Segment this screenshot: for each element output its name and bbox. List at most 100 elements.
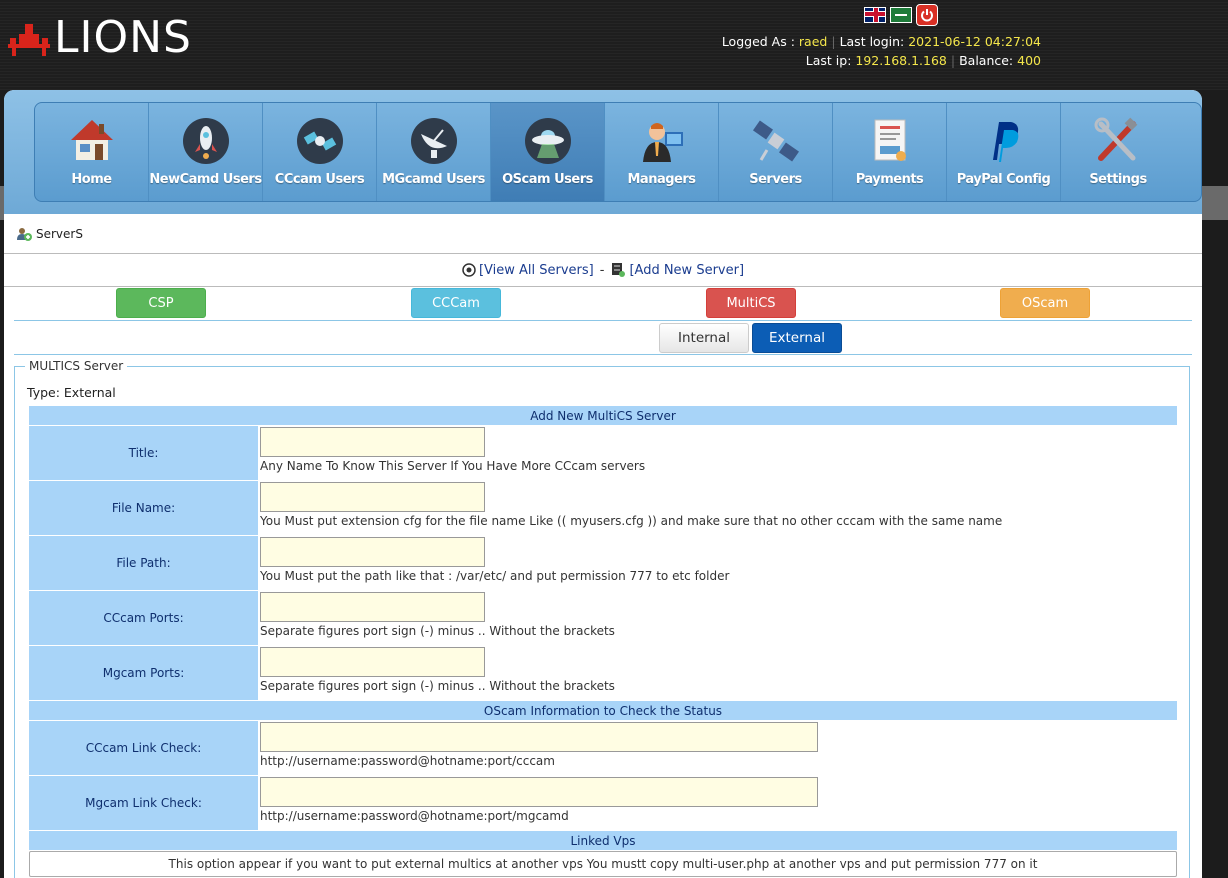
logo-icon bbox=[8, 24, 50, 56]
nav-item-payments[interactable]: Payments bbox=[833, 103, 947, 201]
external-button[interactable]: External bbox=[752, 323, 842, 353]
dish-icon bbox=[410, 118, 457, 164]
mgcam-ports-label: Mgcam Ports: bbox=[29, 646, 258, 700]
file-path-input[interactable] bbox=[260, 537, 485, 567]
cccam-ports-hint: Separate figures port sign (-) minus .. … bbox=[260, 624, 615, 638]
nav-wrapper: Home NewCamd Users CCcam Users MGcamd Us… bbox=[4, 90, 1202, 214]
mgcam-ports-input[interactable] bbox=[260, 647, 485, 677]
side-strip bbox=[1202, 186, 1228, 220]
section-title: Linked Vps bbox=[29, 831, 1177, 850]
section-header: Add New MultiCS Server bbox=[29, 406, 1177, 425]
last-ip-label: Last ip: bbox=[805, 53, 852, 68]
server-actions: [View All Servers] - [Add New Server] bbox=[4, 254, 1202, 287]
form-row: File Path: You Must put the path like th… bbox=[29, 536, 1177, 590]
saudi-flag-icon[interactable] bbox=[890, 7, 912, 23]
logged-as-label: Logged As : bbox=[721, 34, 795, 49]
logo-text: LIONS bbox=[54, 12, 192, 63]
house-icon bbox=[70, 120, 113, 160]
login-info: Logged As : raed | Last login: 2021-06-12 … bbox=[721, 34, 1041, 68]
nav-item-servers[interactable]: Servers bbox=[719, 103, 833, 201]
last-ip-value: 192.168.1.168 bbox=[855, 53, 947, 68]
cccam-link-check-hint: http://username:password@hotname:port/cc… bbox=[260, 754, 555, 768]
mgcam-link-check-hint: http://username:password@hotname:port/mg… bbox=[260, 809, 569, 823]
form-row: CCcam Ports: Separate figures port sign … bbox=[29, 591, 1177, 645]
breadcrumb: ServerS bbox=[4, 214, 1202, 254]
cccam-button[interactable]: CCCam bbox=[411, 288, 501, 318]
nav-label: Home bbox=[71, 172, 112, 187]
multics-button[interactable]: MultiCS bbox=[706, 288, 796, 318]
cccam-link-check-label: CCcam Link Check: bbox=[29, 721, 258, 775]
balance-label: Balance: bbox=[959, 53, 1014, 68]
nav-label: PayPal Config bbox=[956, 172, 1051, 187]
cccam-ports-label: CCcam Ports: bbox=[29, 591, 258, 645]
section-title: Add New MultiCS Server bbox=[29, 406, 1177, 425]
breadcrumb-label: ServerS bbox=[36, 226, 83, 241]
nav-label: Servers bbox=[749, 172, 802, 187]
csp-button[interactable]: CSP bbox=[116, 288, 206, 318]
nav-label: MGcamd Users bbox=[382, 172, 485, 187]
form-row: CCcam Link Check: http://username:passwo… bbox=[29, 721, 1177, 775]
last-login-value: 2021-06-12 04:27:04 bbox=[908, 34, 1041, 49]
add-server-icon bbox=[612, 263, 626, 277]
title-input[interactable] bbox=[260, 427, 485, 457]
nav-label: NewCamd Users bbox=[149, 172, 262, 187]
nav-item-home[interactable]: Home bbox=[35, 103, 149, 201]
last-login-label: Last login: bbox=[839, 34, 905, 49]
file-name-label: File Name: bbox=[29, 481, 258, 535]
cccam-link-check-input[interactable] bbox=[260, 722, 818, 752]
nav-label: Managers bbox=[627, 172, 696, 187]
file-path-hint: You Must put the path like that : /var/e… bbox=[260, 569, 730, 583]
form-row: Mgcam Ports: Separate figures port sign … bbox=[29, 646, 1177, 700]
form-row: This option appear if you want to put ex… bbox=[29, 851, 1177, 877]
invoice-icon bbox=[874, 119, 906, 161]
main-nav: Home NewCamd Users CCcam Users MGcamd Us… bbox=[34, 102, 1202, 202]
view-all-servers-link[interactable]: [View All Servers] bbox=[479, 263, 594, 278]
nav-item-mgcamd-users[interactable]: MGcamd Users bbox=[377, 103, 491, 201]
linked-vps-note: This option appear if you want to put ex… bbox=[29, 851, 1177, 877]
nav-item-paypal-config[interactable]: PayPal Config bbox=[947, 103, 1061, 201]
title-label: Title: bbox=[29, 426, 258, 480]
section-header: Linked Vps bbox=[29, 831, 1177, 850]
file-name-input[interactable] bbox=[260, 482, 485, 512]
add-new-server-link[interactable]: [Add New Server] bbox=[629, 263, 744, 278]
uk-flag-icon[interactable] bbox=[864, 7, 886, 23]
tools-icon bbox=[1094, 117, 1138, 161]
form-row: Mgcam Link Check: http://username:passwo… bbox=[29, 776, 1177, 830]
server-form: Add New MultiCS Server Title: Any Name T… bbox=[27, 405, 1179, 878]
satellite-icon bbox=[752, 120, 799, 162]
nav-label: OScam Users bbox=[502, 172, 593, 187]
mgcam-link-check-label: Mgcam Link Check: bbox=[29, 776, 258, 830]
logo[interactable]: LIONS bbox=[6, 14, 192, 62]
nav-item-newcamd-users[interactable]: NewCamd Users bbox=[149, 103, 263, 201]
main-panel: Home NewCamd Users CCcam Users MGcamd Us… bbox=[4, 90, 1202, 878]
action-separator: - bbox=[599, 262, 605, 278]
server-user-icon bbox=[17, 227, 32, 241]
section-title: OScam Information to Check the Status bbox=[29, 701, 1177, 720]
cccam-ports-input[interactable] bbox=[260, 592, 485, 622]
file-path-label: File Path: bbox=[29, 536, 258, 590]
power-icon bbox=[921, 9, 933, 22]
manager-icon bbox=[642, 123, 683, 162]
form-row: Title: Any Name To Know This Server If Y… bbox=[29, 426, 1177, 480]
section-header: OScam Information to Check the Status bbox=[29, 701, 1177, 720]
oscam-button[interactable]: OScam bbox=[1000, 288, 1090, 318]
satellite-icon bbox=[296, 118, 343, 164]
nav-label: Payments bbox=[855, 172, 924, 187]
mgcam-ports-hint: Separate figures port sign (-) minus .. … bbox=[260, 679, 615, 693]
file-name-hint: You Must put extension cfg for the file … bbox=[260, 514, 1003, 528]
internal-button[interactable]: Internal bbox=[659, 323, 749, 353]
nav-item-managers[interactable]: Managers bbox=[605, 103, 719, 201]
logout-button[interactable] bbox=[916, 4, 938, 26]
nav-item-cccam-users[interactable]: CCcam Users bbox=[263, 103, 377, 201]
ufo-icon bbox=[524, 118, 571, 164]
nav-item-settings[interactable]: Settings bbox=[1061, 103, 1175, 201]
mgcam-link-check-input[interactable] bbox=[260, 777, 818, 807]
nav-label: CCcam Users bbox=[274, 172, 365, 187]
top-bar: LIONS Logged As : raed | Last login: 2021-… bbox=[0, 0, 1228, 90]
nav-label: Settings bbox=[1089, 172, 1147, 187]
balance-value: 400 bbox=[1017, 53, 1041, 68]
server-type-row: CSP CCCam MultiCS OScam bbox=[14, 287, 1192, 321]
nav-item-oscam-users[interactable]: OScam Users bbox=[491, 103, 605, 201]
type-label: Type: External bbox=[27, 385, 116, 400]
paypal-icon bbox=[992, 122, 1018, 162]
